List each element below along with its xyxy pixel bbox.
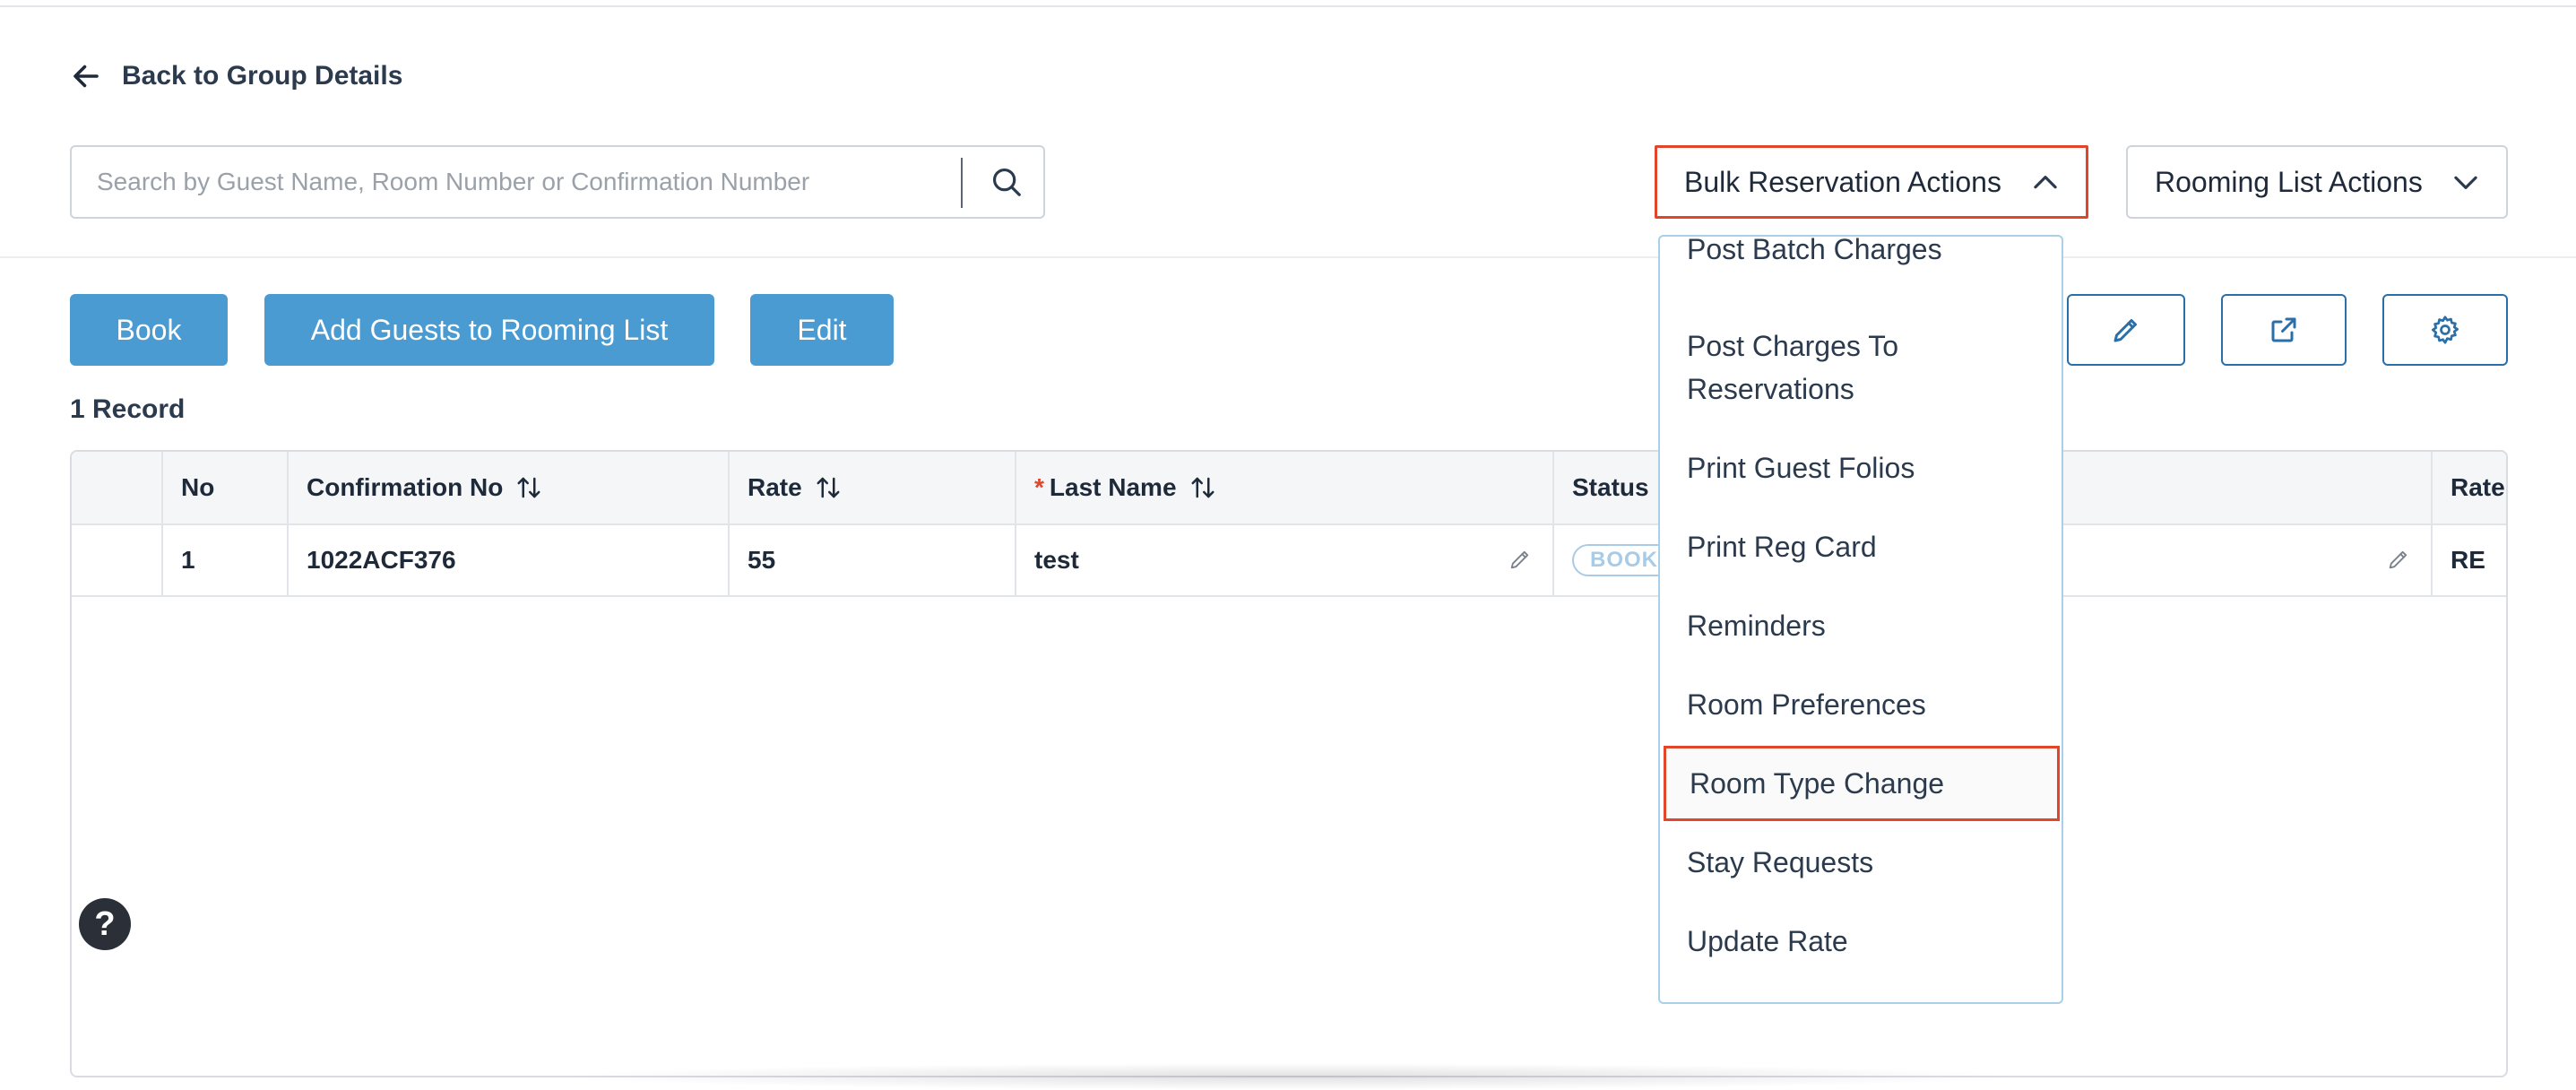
- search-icon: [992, 168, 1021, 196]
- header-divider: [0, 256, 2576, 258]
- column-header-rate-code[interactable]: Rate: [2431, 452, 2506, 523]
- menu-item-room-preferences[interactable]: Room Preferences: [1660, 683, 2062, 726]
- bulk-edit-button[interactable]: [2067, 294, 2185, 366]
- edit-button[interactable]: Edit: [750, 294, 894, 366]
- rooming-actions-label: Rooming List Actions: [2155, 165, 2423, 198]
- cell-last-name[interactable]: test: [1015, 525, 1552, 595]
- menu-item-update-rate[interactable]: Update Rate: [1660, 920, 2062, 963]
- search-box: [70, 145, 1045, 219]
- menu-item-post-charges-to-reservations[interactable]: Post Charges To Reservations: [1660, 324, 2062, 411]
- column-header-hidden[interactable]: [2001, 452, 2431, 523]
- select-column-header: [72, 452, 161, 523]
- pencil-icon[interactable]: [2386, 547, 2411, 572]
- back-to-group-details-link[interactable]: Back to Group Details: [70, 56, 402, 97]
- book-button[interactable]: Book: [70, 294, 228, 366]
- pencil-icon[interactable]: [1508, 547, 1533, 572]
- external-link-icon: [2271, 317, 2296, 342]
- table-header: No Confirmation No Rate * Last Name Stat…: [72, 452, 2506, 525]
- back-link-label: Back to Group Details: [122, 61, 403, 91]
- record-count: 1 Record: [70, 394, 186, 424]
- cell-rate-code: RE: [2431, 525, 2506, 595]
- menu-item-label: Post Charges To: [1687, 330, 1898, 362]
- sort-icon[interactable]: [1189, 474, 1216, 501]
- search-input[interactable]: [97, 147, 993, 217]
- column-label: Rate: [748, 473, 802, 501]
- bulk-actions-menu: Post Batch Charges Post Charges To Reser…: [1658, 235, 2063, 1004]
- cell-hidden[interactable]: [2001, 525, 2431, 595]
- top-border: [0, 0, 2576, 7]
- cell-rate: 55: [728, 525, 1015, 595]
- settings-button[interactable]: [2382, 294, 2508, 366]
- chevron-down-icon: [2454, 176, 2477, 189]
- menu-item-print-guest-folios[interactable]: Print Guest Folios: [1660, 446, 2062, 489]
- column-header-confirmation-no[interactable]: Confirmation No: [287, 452, 728, 523]
- last-name-value: test: [1034, 546, 1079, 574]
- menu-item-print-reg-card[interactable]: Print Reg Card: [1660, 525, 2062, 568]
- arrow-left-icon: [73, 65, 99, 88]
- column-label: Confirmation No: [307, 473, 504, 501]
- menu-item-room-type-change[interactable]: Room Type Change: [1664, 746, 2060, 821]
- menu-item-label: Reservations: [1687, 373, 1854, 405]
- help-button[interactable]: ?: [79, 898, 131, 950]
- bulk-actions-label: Bulk Reservation Actions: [1684, 165, 2001, 198]
- cell-no: 1: [161, 525, 287, 595]
- sort-icon[interactable]: [515, 474, 542, 501]
- column-label: No: [181, 473, 215, 501]
- column-header-rate[interactable]: Rate: [728, 452, 1015, 523]
- column-label: Rate: [2451, 473, 2505, 501]
- search-separator: [961, 158, 963, 208]
- gear-icon: [2432, 316, 2459, 344]
- required-marker: *: [1034, 473, 1044, 501]
- rooming-list-actions-dropdown[interactable]: Rooming List Actions: [2126, 145, 2508, 219]
- menu-item-post-batch-charges[interactable]: Post Batch Charges: [1660, 237, 2062, 271]
- add-guests-button[interactable]: Add Guests to Rooming List: [264, 294, 714, 366]
- bulk-reservation-actions-dropdown[interactable]: Bulk Reservation Actions: [1655, 145, 2088, 219]
- table-row[interactable]: 1 1022ACF376 55 test BOOKED RE: [72, 525, 2506, 597]
- export-button[interactable]: [2221, 294, 2347, 366]
- column-label: Status: [1572, 473, 1649, 501]
- sort-icon[interactable]: [815, 474, 842, 501]
- column-header-no[interactable]: No: [161, 452, 287, 523]
- search-button[interactable]: [968, 147, 1045, 217]
- cell-confirmation-no: 1022ACF376: [287, 525, 728, 595]
- rooming-list-table: No Confirmation No Rate * Last Name Stat…: [70, 450, 2508, 1077]
- pencil-icon: [2114, 319, 2137, 342]
- chevron-up-icon: [2034, 176, 2057, 189]
- row-select-cell[interactable]: [72, 525, 161, 595]
- menu-item-reminders[interactable]: Reminders: [1660, 604, 2062, 647]
- menu-item-stay-requests[interactable]: Stay Requests: [1660, 841, 2062, 884]
- bottom-shadow: [556, 1063, 2026, 1090]
- column-label: Last Name: [1049, 473, 1177, 501]
- column-header-last-name[interactable]: * Last Name: [1015, 452, 1552, 523]
